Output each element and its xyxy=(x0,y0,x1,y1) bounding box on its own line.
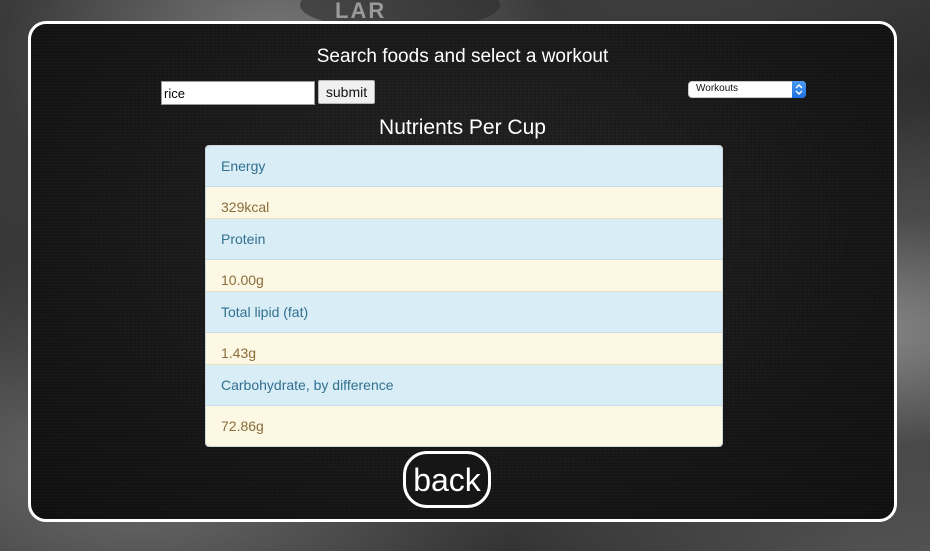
select-updown-icon xyxy=(792,81,806,98)
nutrient-value-protein: 10.00g xyxy=(206,260,722,292)
nutrient-label-fat: Total lipid (fat) xyxy=(206,292,722,333)
food-search-input[interactable] xyxy=(161,81,315,105)
nutrient-label-protein: Protein xyxy=(206,219,722,260)
nutrients-list: Energy 329kcal Protein 10.00g Total lipi… xyxy=(205,145,723,447)
nutrient-label-energy: Energy xyxy=(206,146,722,187)
nutrient-value-fat: 1.43g xyxy=(206,333,722,365)
main-panel: Search foods and select a workout submit… xyxy=(28,21,897,522)
nutrients-heading: Nutrients Per Cup xyxy=(379,116,546,139)
page-heading: Search foods and select a workout xyxy=(316,46,609,67)
workouts-select[interactable]: Workouts xyxy=(688,81,806,98)
nutrient-label-carbohydrate: Carbohydrate, by difference xyxy=(206,365,722,406)
nutrient-value-energy: 329kcal xyxy=(206,187,722,219)
submit-button[interactable]: submit xyxy=(318,80,375,104)
nutrient-value-carbohydrate: 72.86g xyxy=(206,406,722,446)
back-button[interactable]: back xyxy=(403,451,491,508)
workouts-select-value: Workouts xyxy=(696,83,739,94)
